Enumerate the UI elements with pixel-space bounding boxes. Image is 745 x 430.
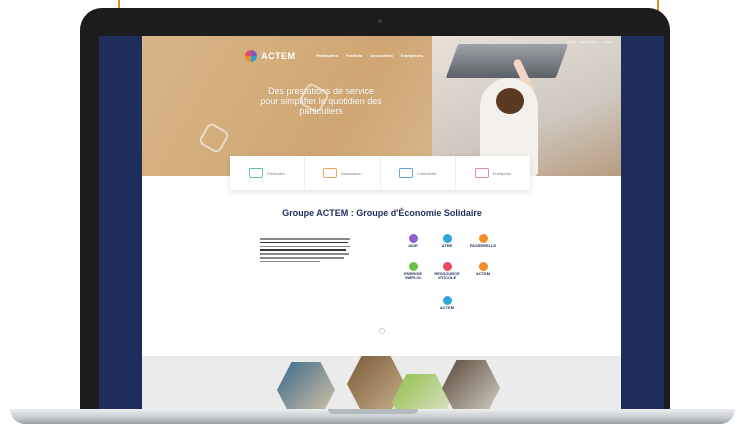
card-label: Collectivité [416,170,437,176]
site-logo[interactable]: ACTEM [245,50,296,62]
card-particulier[interactable]: Particulier [230,156,306,190]
actem-logo-icon [442,296,452,305]
hero-title: Des prestations de service pour simplifi… [260,86,382,116]
scroll-hint[interactable] [362,326,402,334]
gallery-photo [277,362,335,412]
brand-atre[interactable]: ATRE [432,234,462,248]
hero-photo [432,36,621,176]
laptop-notch [328,409,418,414]
gallery-photo [442,360,500,412]
text-line [260,253,349,255]
brand-name: RESSOURCE VITICOLE [434,271,460,280]
nav-item[interactable]: Entreprises [401,53,423,58]
top-link[interactable]: Espace client [580,40,598,44]
card-label: Particulier [267,170,286,176]
gallery-band [142,356,621,412]
nav-item[interactable]: Portfolio [346,53,362,58]
passerelle-logo-icon [478,234,488,243]
text-line [260,241,348,244]
text-line [260,256,344,259]
range-hood [445,44,569,78]
energie-emploi-logo-icon [408,262,418,271]
text-line [260,245,350,248]
text-line [260,260,320,263]
top-links: Accès Espace client Contact [567,40,613,44]
scroll-down-icon [379,328,385,334]
hero-banner: ACTEM Particuliers Portfolio Association… [142,36,621,176]
group-brands: AIDE ATRE PASSERELLE ENERGIE EMPLOI RESS… [392,234,502,334]
brand-actem-1[interactable]: ACTEM [468,262,498,276]
office-icon [474,168,489,178]
main-nav: Particuliers Portfolio Association Entre… [316,53,423,58]
people-icon [323,168,338,178]
ressource-viticole-logo-icon [442,262,452,271]
audience-cards: Particulier Association Collectivité Ent… [230,156,530,190]
card-entreprise[interactable]: Entreprise [456,156,530,190]
actem-logo-icon [478,262,488,271]
brand-energie-emploi[interactable]: ENERGIE EMPLOI [398,262,428,280]
brand-name: AIDE [408,243,418,248]
text-line [260,238,350,240]
brand-passerelle[interactable]: PASSERELLE [468,234,498,248]
top-link[interactable]: Contact [603,40,613,44]
laptop-screen: ACTEM Particuliers Portfolio Association… [99,36,664,412]
building-icon [398,168,413,178]
card-collectivite[interactable]: Collectivité [381,156,456,190]
nav-item[interactable]: Association [370,53,393,58]
brand-actem-2[interactable]: ACTEM [432,296,462,310]
webcam-icon [378,19,382,23]
brand-name: ATRE [441,243,453,248]
nav-item[interactable]: Particuliers [316,53,338,58]
logo-text: ACTEM [261,51,296,61]
card-association[interactable]: Association [305,156,381,190]
brand-name: ACTEM [439,305,455,310]
hair [496,88,524,114]
mockup-stage: ACTEM Particuliers Portfolio Association… [0,0,745,430]
text-line [260,249,346,251]
card-label: Entreprise [492,170,511,176]
brand-name: PASSERELLE [469,243,497,248]
website: ACTEM Particuliers Portfolio Association… [142,36,621,412]
brand-ressource-viticole[interactable]: RESSOURCE VITICOLE [432,262,462,280]
house-icon [249,168,264,178]
top-link[interactable]: Accès [567,40,575,44]
hexagon-icon [197,121,231,155]
brand-aide[interactable]: AIDE [398,234,428,248]
intro-paragraph [260,238,350,264]
atre-logo-icon [442,234,452,243]
card-label: Association [341,170,362,176]
actem-logo-icon [245,50,257,62]
aide-logo-icon [408,234,418,243]
brand-name: ACTEM [475,271,491,276]
brand-name: ENERGIE EMPLOI [403,271,422,280]
section-title: Groupe ACTEM : Groupe d'Économie Solidai… [282,208,482,218]
